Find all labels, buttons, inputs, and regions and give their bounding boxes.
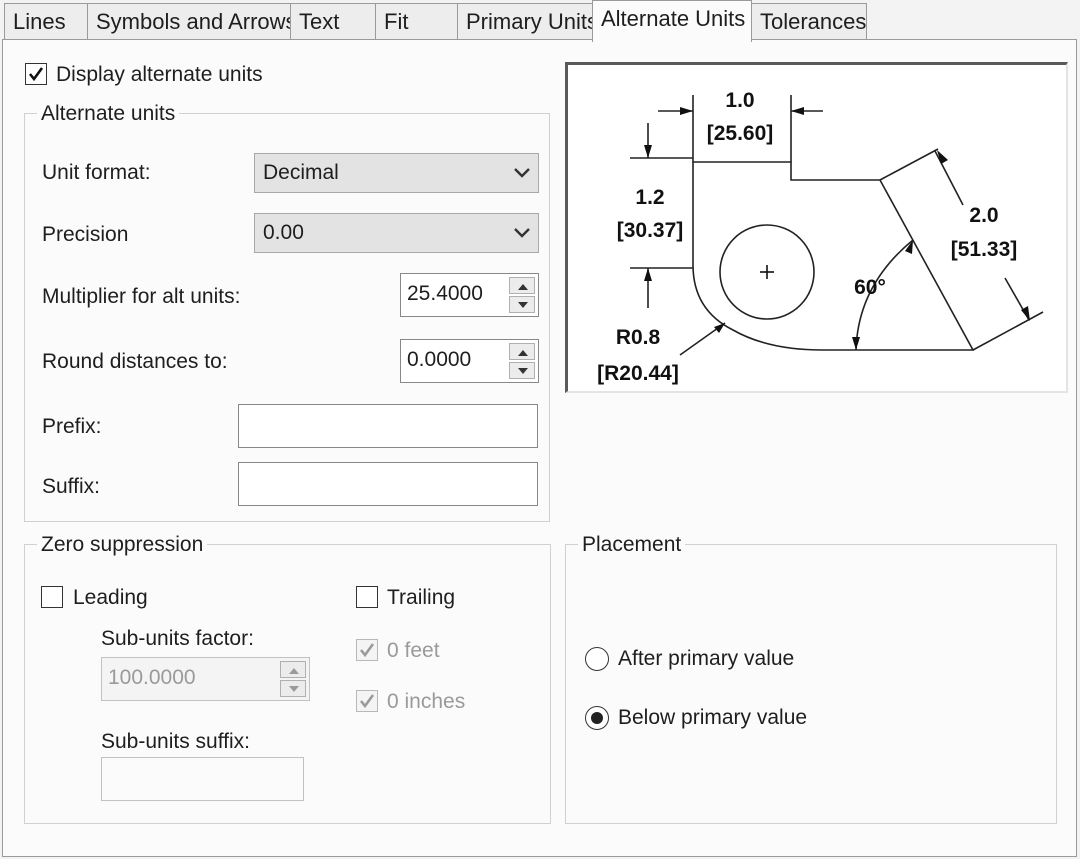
arrow-up-icon bbox=[518, 350, 528, 356]
alternate-units-page: Display alternate units Alternate units … bbox=[2, 39, 1077, 857]
round-distances-spinner[interactable]: 0.0000 bbox=[400, 339, 539, 383]
suffix-label: Suffix: bbox=[42, 475, 100, 498]
dim-left-value: 1.2 bbox=[635, 186, 664, 209]
placement-group bbox=[565, 544, 1057, 824]
dim-right-value: 2.0 bbox=[969, 204, 998, 227]
spin-up-button[interactable] bbox=[509, 343, 535, 360]
tab-primary-units[interactable]: Primary Units bbox=[457, 3, 598, 40]
arrow-up-icon bbox=[289, 668, 299, 674]
multiplier-label: Multiplier for alt units: bbox=[42, 285, 241, 308]
check-icon bbox=[359, 643, 375, 658]
spin-up-button[interactable] bbox=[509, 277, 535, 294]
tab-lines[interactable]: Lines bbox=[4, 3, 88, 40]
after-primary-value-radio[interactable] bbox=[585, 647, 609, 671]
tab-symbols-and-arrows[interactable]: Symbols and Arrows bbox=[87, 3, 297, 40]
dim-top-value: 1.0 bbox=[725, 89, 754, 112]
arrow-up-icon bbox=[518, 284, 528, 290]
dim-left-alt-value: [30.37] bbox=[617, 219, 684, 242]
spin-down-button[interactable] bbox=[280, 680, 306, 697]
precision-label: Precision bbox=[42, 223, 129, 246]
chevron-down-icon bbox=[514, 228, 530, 238]
zero-inches-label: 0 inches bbox=[387, 690, 466, 713]
subunits-factor-value: 100.0000 bbox=[108, 666, 196, 689]
below-primary-value-radio[interactable] bbox=[585, 706, 609, 730]
prefix-input[interactable] bbox=[238, 404, 538, 448]
display-alternate-units-checkbox[interactable] bbox=[25, 63, 47, 85]
after-primary-value-label: After primary value bbox=[618, 647, 795, 670]
below-primary-value-label: Below primary value bbox=[618, 706, 808, 729]
round-distances-value: 0.0000 bbox=[407, 348, 472, 371]
tab-strip: Lines Symbols and Arrows Text Fit Primar… bbox=[0, 0, 1080, 42]
display-alternate-units-label: Display alternate units bbox=[56, 63, 263, 86]
unit-format-label: Unit format: bbox=[42, 161, 151, 184]
dimension-preview-drawing: 1.0 [25.60] 1.2 [30.37] 2.0 [51.33] 60° … bbox=[597, 89, 1044, 385]
trailing-label: Trailing bbox=[387, 586, 456, 609]
spin-up-button[interactable] bbox=[280, 661, 306, 678]
preview-panel: 1.0 [25.60] 1.2 [30.37] 2.0 [51.33] 60° … bbox=[565, 62, 1068, 393]
suffix-input[interactable] bbox=[238, 462, 538, 506]
tab-alternate-units[interactable]: Alternate Units bbox=[592, 0, 752, 42]
multiplier-spinner[interactable]: 25.4000 bbox=[400, 273, 539, 317]
zero-inches-checkbox[interactable] bbox=[356, 690, 378, 712]
subunits-suffix-input[interactable] bbox=[101, 757, 304, 801]
leading-label: Leading bbox=[73, 586, 148, 609]
radius-alt-value: [R20.44] bbox=[597, 362, 679, 385]
trailing-checkbox[interactable] bbox=[356, 586, 378, 608]
subunits-factor-spinner[interactable]: 100.0000 bbox=[101, 657, 310, 701]
arrow-down-icon bbox=[518, 302, 528, 308]
arrow-down-icon bbox=[518, 368, 528, 374]
leading-checkbox[interactable] bbox=[41, 586, 63, 608]
tab-text[interactable]: Text bbox=[290, 3, 376, 40]
multiplier-value: 25.4000 bbox=[407, 282, 483, 305]
subunits-suffix-label: Sub-units suffix: bbox=[101, 730, 251, 753]
check-icon bbox=[359, 694, 375, 709]
angle-value: 60° bbox=[854, 276, 886, 299]
dim-right-alt-value: [51.33] bbox=[951, 238, 1018, 261]
check-icon bbox=[28, 67, 44, 82]
subunits-factor-label: Sub-units factor: bbox=[101, 627, 254, 650]
placement-group-title: Placement bbox=[578, 533, 686, 557]
round-distances-label: Round distances to: bbox=[42, 350, 228, 373]
precision-select[interactable]: 0.00 bbox=[254, 213, 539, 253]
alternate-units-group-title: Alternate units bbox=[37, 102, 180, 126]
zero-feet-label: 0 feet bbox=[387, 639, 440, 662]
unit-format-value: Decimal bbox=[263, 161, 339, 184]
prefix-label: Prefix: bbox=[42, 415, 102, 438]
unit-format-select[interactable]: Decimal bbox=[254, 153, 539, 193]
zero-feet-checkbox[interactable] bbox=[356, 639, 378, 661]
arrow-down-icon bbox=[289, 686, 299, 692]
radius-value: R0.8 bbox=[616, 326, 661, 349]
tab-tolerances[interactable]: Tolerances bbox=[751, 3, 867, 40]
precision-value: 0.00 bbox=[263, 221, 304, 244]
chevron-down-icon bbox=[514, 168, 530, 178]
radio-selected-dot bbox=[591, 712, 603, 724]
tab-fit[interactable]: Fit bbox=[375, 3, 458, 40]
zero-suppression-group-title: Zero suppression bbox=[37, 533, 208, 557]
spin-down-button[interactable] bbox=[509, 362, 535, 379]
dim-top-alt-value: [25.60] bbox=[707, 122, 774, 145]
spin-down-button[interactable] bbox=[509, 296, 535, 313]
